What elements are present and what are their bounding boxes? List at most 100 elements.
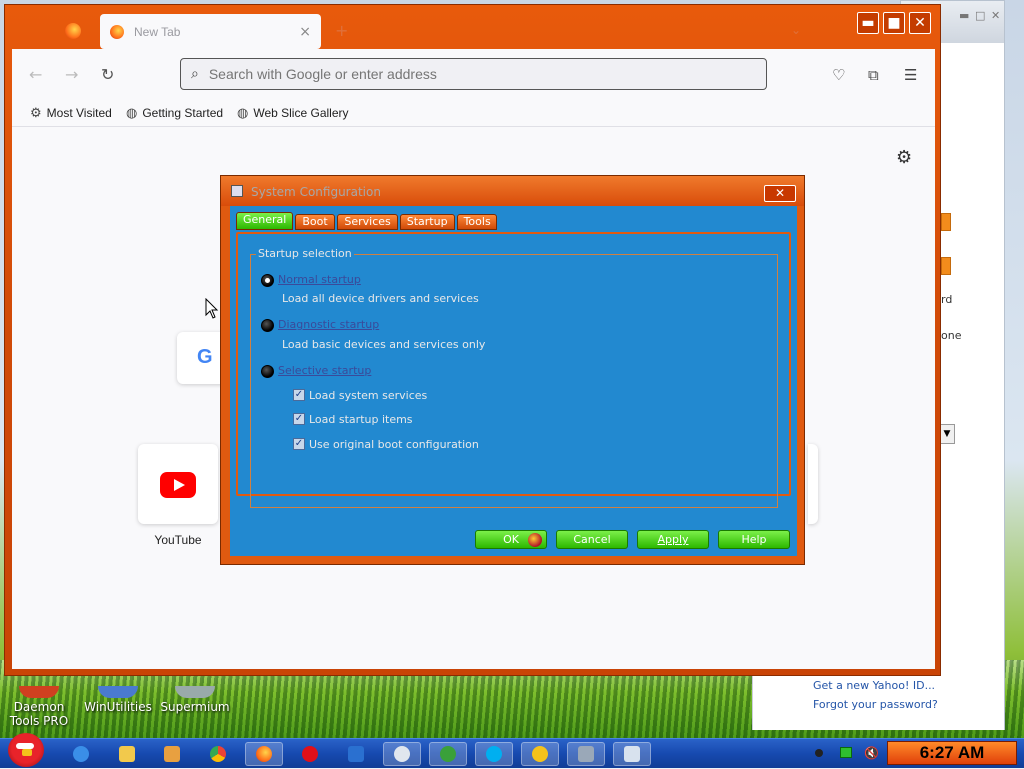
maximize-icon[interactable]: □ [975,9,985,22]
maximize-button[interactable]: ■ [883,12,905,34]
taskbar-messenger[interactable] [521,742,559,766]
taskbar-app[interactable] [337,742,375,766]
orange-field-edge[interactable] [941,257,951,275]
radio-diagnostic-startup[interactable] [261,319,274,332]
load-system-services-label[interactable]: Load system services [309,389,427,402]
messenger-icon [532,746,548,762]
start-button[interactable] [2,731,50,769]
desktop-icon-daemon-tools[interactable]: Daemon Tools PRO [8,686,70,728]
globe-icon: ◍ [237,105,249,120]
normal-startup-description: Load all device drivers and services [282,292,479,305]
apply-button[interactable]: Apply [637,530,709,549]
taskbar-firefox[interactable] [245,742,283,766]
taskbar-folder[interactable] [108,742,146,766]
address-bar[interactable]: ⌕ [180,58,767,90]
url-input[interactable] [208,66,709,82]
media-player-icon [164,746,180,762]
taskbar-internet-explorer[interactable] [62,742,100,766]
help-button[interactable]: Help [718,530,790,549]
bookmark-getting-started[interactable]: ◍ Getting Started [126,105,223,121]
tray-network-icon[interactable] [840,747,852,758]
taskbar-opera[interactable] [291,742,329,766]
radio-selective-startup[interactable] [261,365,274,378]
tab-boot[interactable]: Boot [295,214,336,230]
diagnostic-startup-label[interactable]: Diagnostic startup [278,318,379,331]
tab-close-icon[interactable]: × [299,24,311,40]
tab-new-tab[interactable]: New Tab × [100,14,321,49]
forward-button[interactable]: → [65,65,78,84]
skype-icon [486,746,502,762]
chevron-down-icon[interactable]: ▼ [939,424,955,444]
dialog-body: General Boot Services Startup Tools Star… [230,206,797,556]
tab-services[interactable]: Services [337,214,398,230]
dialog-tabs: General Boot Services Startup Tools [236,212,499,232]
taskbar-system-config[interactable] [613,742,651,766]
minimize-button[interactable]: ▬ [857,12,879,34]
taskbar-monitor[interactable] [567,742,605,766]
orange-field-edge[interactable] [941,213,951,231]
dialog-close-button[interactable]: ✕ [764,185,796,202]
shortcut-tile-youtube[interactable] [138,444,218,524]
normal-startup-label[interactable]: Normal startup [278,273,361,286]
desktop-icon-winutilities[interactable]: WinUtilities [84,686,152,714]
partial-label: one [941,329,962,342]
newtab-settings-gear-icon[interactable]: ⚙ [896,147,912,168]
firefox-icon [110,24,124,39]
firefox-view-icon[interactable] [65,23,81,39]
youtube-icon [160,472,196,498]
pocket-icon[interactable]: ♡ [832,66,845,84]
desktop-icon-supermium[interactable]: Supermium [160,686,230,714]
system-config-icon [624,746,640,762]
opera-icon [302,746,318,762]
tray-volume-muted-icon[interactable]: 🔇 [864,746,879,760]
app-icon [348,746,364,762]
folder-icon [119,746,135,762]
reload-button[interactable]: ↻ [101,65,114,84]
taskbar-chrome[interactable] [199,742,237,766]
desktop-icon-label: WinUtilities [84,700,152,714]
bookmarks-toolbar: ⚙ Most Visited ◍ Getting Started ◍ Web S… [12,99,935,127]
internet-explorer-icon [73,746,89,762]
tab-general[interactable]: General [236,212,294,230]
diagnostic-startup-description: Load basic devices and services only [282,338,486,351]
tab-startup[interactable]: Startup [399,214,455,230]
radio-normal-startup[interactable] [261,274,274,287]
load-startup-items-label[interactable]: Load startup items [309,413,413,426]
close-icon[interactable]: ✕ [991,9,1000,22]
desktop-icon-label: Supermium [160,700,230,714]
taskbar-utorrent[interactable] [429,742,467,766]
extensions-icon[interactable]: ⧉ [868,66,879,84]
taskbar-media-player[interactable] [153,742,191,766]
mouse-cursor-icon [205,298,219,319]
tray-record-icon[interactable] [815,749,823,757]
list-all-tabs-icon[interactable]: ⌄ [791,23,801,37]
new-tab-button[interactable]: + [335,21,348,40]
bookmark-web-slice-gallery[interactable]: ◍ Web Slice Gallery [237,105,349,121]
tab-strip[interactable]: New Tab × + ⌄ ▬ ■ ✕ [5,5,940,55]
forgot-password-link[interactable]: Forgot your password? [813,698,938,711]
bookmark-label: Most Visited [46,106,112,120]
close-button[interactable]: ✕ [909,12,931,34]
checkbox-use-original-boot-config[interactable]: ✓ [293,438,305,450]
tab-tools[interactable]: Tools [456,214,497,230]
ok-button[interactable]: OK [475,530,547,549]
back-button[interactable]: ← [29,65,42,84]
shortcut-tile-partial[interactable] [808,444,818,524]
taskbar-skype[interactable] [475,742,513,766]
cancel-button[interactable]: Cancel [556,530,628,549]
checkbox-load-system-services[interactable]: ✓ [293,389,305,401]
minimize-icon[interactable]: ▬ [959,9,969,22]
checkbox-load-startup-items[interactable]: ✓ [293,413,305,425]
system-configuration-dialog[interactable]: System Configuration ✕ General Boot Serv… [220,175,805,565]
hamburger-menu-icon[interactable]: ☰ [904,66,917,84]
taskbar-clock[interactable]: 6:27 AM [887,741,1017,765]
selective-startup-label[interactable]: Selective startup [278,364,371,377]
chat-icon [394,746,410,762]
bookmark-most-visited[interactable]: ⚙ Most Visited [30,105,112,121]
taskbar-chat[interactable] [383,742,421,766]
dialog-titlebar[interactable]: System Configuration ✕ [221,176,804,206]
bookmark-label: Web Slice Gallery [253,106,349,120]
use-original-boot-config-label[interactable]: Use original boot configuration [309,438,479,451]
start-icon-beak [22,749,32,756]
new-yahoo-id-link[interactable]: Get a new Yahoo! ID... [813,679,935,692]
